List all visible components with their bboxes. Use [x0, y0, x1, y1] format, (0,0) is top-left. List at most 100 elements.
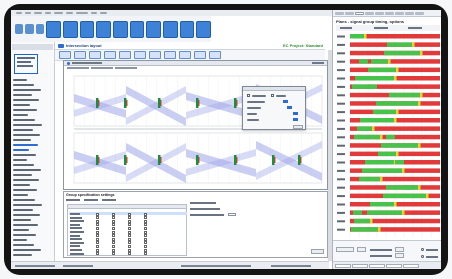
right-tab-active[interactable] [355, 11, 364, 15]
menu-item[interactable] [54, 12, 63, 14]
window-controls[interactable] [312, 62, 324, 64]
table-checkbox[interactable] [112, 223, 115, 227]
menu-item[interactable] [16, 12, 22, 14]
view-mode-icon[interactable] [164, 51, 176, 59]
save-icon[interactable] [35, 24, 45, 34]
tree-item[interactable] [13, 174, 32, 176]
table-checkbox[interactable] [128, 230, 131, 234]
menu-item[interactable] [34, 12, 42, 14]
table-checkbox[interactable] [112, 226, 115, 230]
search-icon[interactable] [179, 20, 195, 38]
table-checkbox[interactable] [144, 237, 147, 241]
tree-item[interactable] [13, 134, 40, 136]
table-checkbox[interactable] [128, 241, 131, 245]
tree-item[interactable] [13, 219, 31, 221]
table-checkbox[interactable] [144, 216, 147, 220]
table-checkbox[interactable] [96, 248, 99, 252]
ok-button[interactable] [311, 249, 324, 254]
table-checkbox[interactable] [112, 234, 115, 238]
right-tab[interactable] [365, 11, 374, 15]
view-mode-icon[interactable] [89, 51, 101, 59]
bottom-tab[interactable] [386, 263, 402, 268]
tree-item[interactable] [13, 149, 29, 151]
table-checkbox[interactable] [144, 248, 147, 252]
footer-button[interactable] [336, 247, 354, 252]
tree-item[interactable] [13, 254, 32, 256]
radio-option[interactable] [84, 199, 98, 201]
eye-icon[interactable] [129, 20, 145, 38]
tree-item[interactable] [13, 209, 33, 211]
dialog-value[interactable] [293, 112, 298, 115]
table-checkbox[interactable] [96, 212, 99, 216]
table-checkbox[interactable] [144, 241, 147, 245]
menu-item[interactable] [100, 12, 107, 14]
table-checkbox[interactable] [96, 230, 99, 234]
right-tab[interactable] [335, 11, 344, 15]
table-checkbox[interactable] [128, 234, 131, 238]
footer-radio[interactable] [421, 255, 424, 258]
view-mode-icon[interactable] [104, 51, 116, 59]
layout-icon[interactable] [62, 20, 78, 38]
tree-item[interactable] [13, 194, 28, 196]
dialog-ok-button[interactable] [293, 125, 303, 129]
view-mode-icon[interactable] [179, 51, 191, 59]
table-checkbox[interactable] [96, 223, 99, 227]
table-checkbox[interactable] [128, 219, 131, 223]
footer-input[interactable] [395, 247, 404, 252]
tree-item[interactable] [13, 239, 27, 241]
table-checkbox[interactable] [96, 244, 99, 248]
right-tab[interactable] [385, 11, 394, 15]
bottom-tab[interactable] [403, 263, 419, 268]
table-checkbox[interactable] [144, 226, 147, 230]
tree-item[interactable] [13, 144, 38, 146]
tree-item[interactable] [13, 244, 34, 246]
tree-item[interactable] [13, 214, 40, 216]
tree-item[interactable] [13, 179, 39, 181]
table-checkbox[interactable] [144, 252, 147, 256]
tree-item[interactable] [13, 114, 28, 116]
table-checkbox[interactable] [112, 230, 115, 234]
table-checkbox[interactable] [96, 234, 99, 238]
bottom-tab[interactable] [352, 263, 368, 268]
tree-item[interactable] [13, 79, 27, 81]
table-checkbox[interactable] [112, 216, 115, 220]
table-checkbox[interactable] [128, 216, 131, 220]
table-checkbox[interactable] [128, 252, 131, 256]
dialog-checkbox[interactable] [247, 94, 250, 97]
option-input[interactable] [228, 213, 236, 216]
menu-item[interactable] [66, 12, 73, 14]
menu-item[interactable] [25, 12, 31, 14]
radio-option[interactable] [102, 199, 116, 201]
table-checkbox[interactable] [96, 241, 99, 245]
table-checkbox[interactable] [96, 216, 99, 220]
table-checkbox[interactable] [144, 230, 147, 234]
table-checkbox[interactable] [128, 244, 131, 248]
table-checkbox[interactable] [128, 223, 131, 227]
tree-item[interactable] [13, 124, 42, 126]
table-checkbox[interactable] [128, 248, 131, 252]
plan-icon[interactable] [96, 20, 111, 38]
radio-option[interactable] [66, 199, 80, 201]
table-checkbox[interactable] [112, 212, 115, 216]
new-icon[interactable] [15, 24, 24, 34]
tree-item[interactable] [13, 229, 29, 231]
bottom-tab[interactable] [369, 263, 385, 268]
table-checkbox[interactable] [128, 237, 131, 241]
table-checkbox[interactable] [112, 219, 115, 223]
tree-item[interactable] [13, 84, 34, 86]
right-tab[interactable] [405, 11, 414, 15]
dialog-value[interactable] [283, 100, 288, 103]
menu-item[interactable] [76, 12, 88, 14]
tree-item[interactable] [13, 184, 30, 186]
table-checkbox[interactable] [144, 219, 147, 223]
table-checkbox[interactable] [128, 226, 131, 230]
table-checkbox[interactable] [112, 241, 115, 245]
tree-item[interactable] [13, 99, 39, 101]
tree-item[interactable] [13, 129, 33, 131]
table-checkbox[interactable] [144, 234, 147, 238]
view-mode-icon[interactable] [59, 51, 71, 59]
view-mode-icon[interactable] [134, 51, 146, 59]
open-icon[interactable] [25, 24, 34, 34]
dialog-value[interactable] [287, 106, 292, 109]
menu-item[interactable] [45, 12, 51, 14]
